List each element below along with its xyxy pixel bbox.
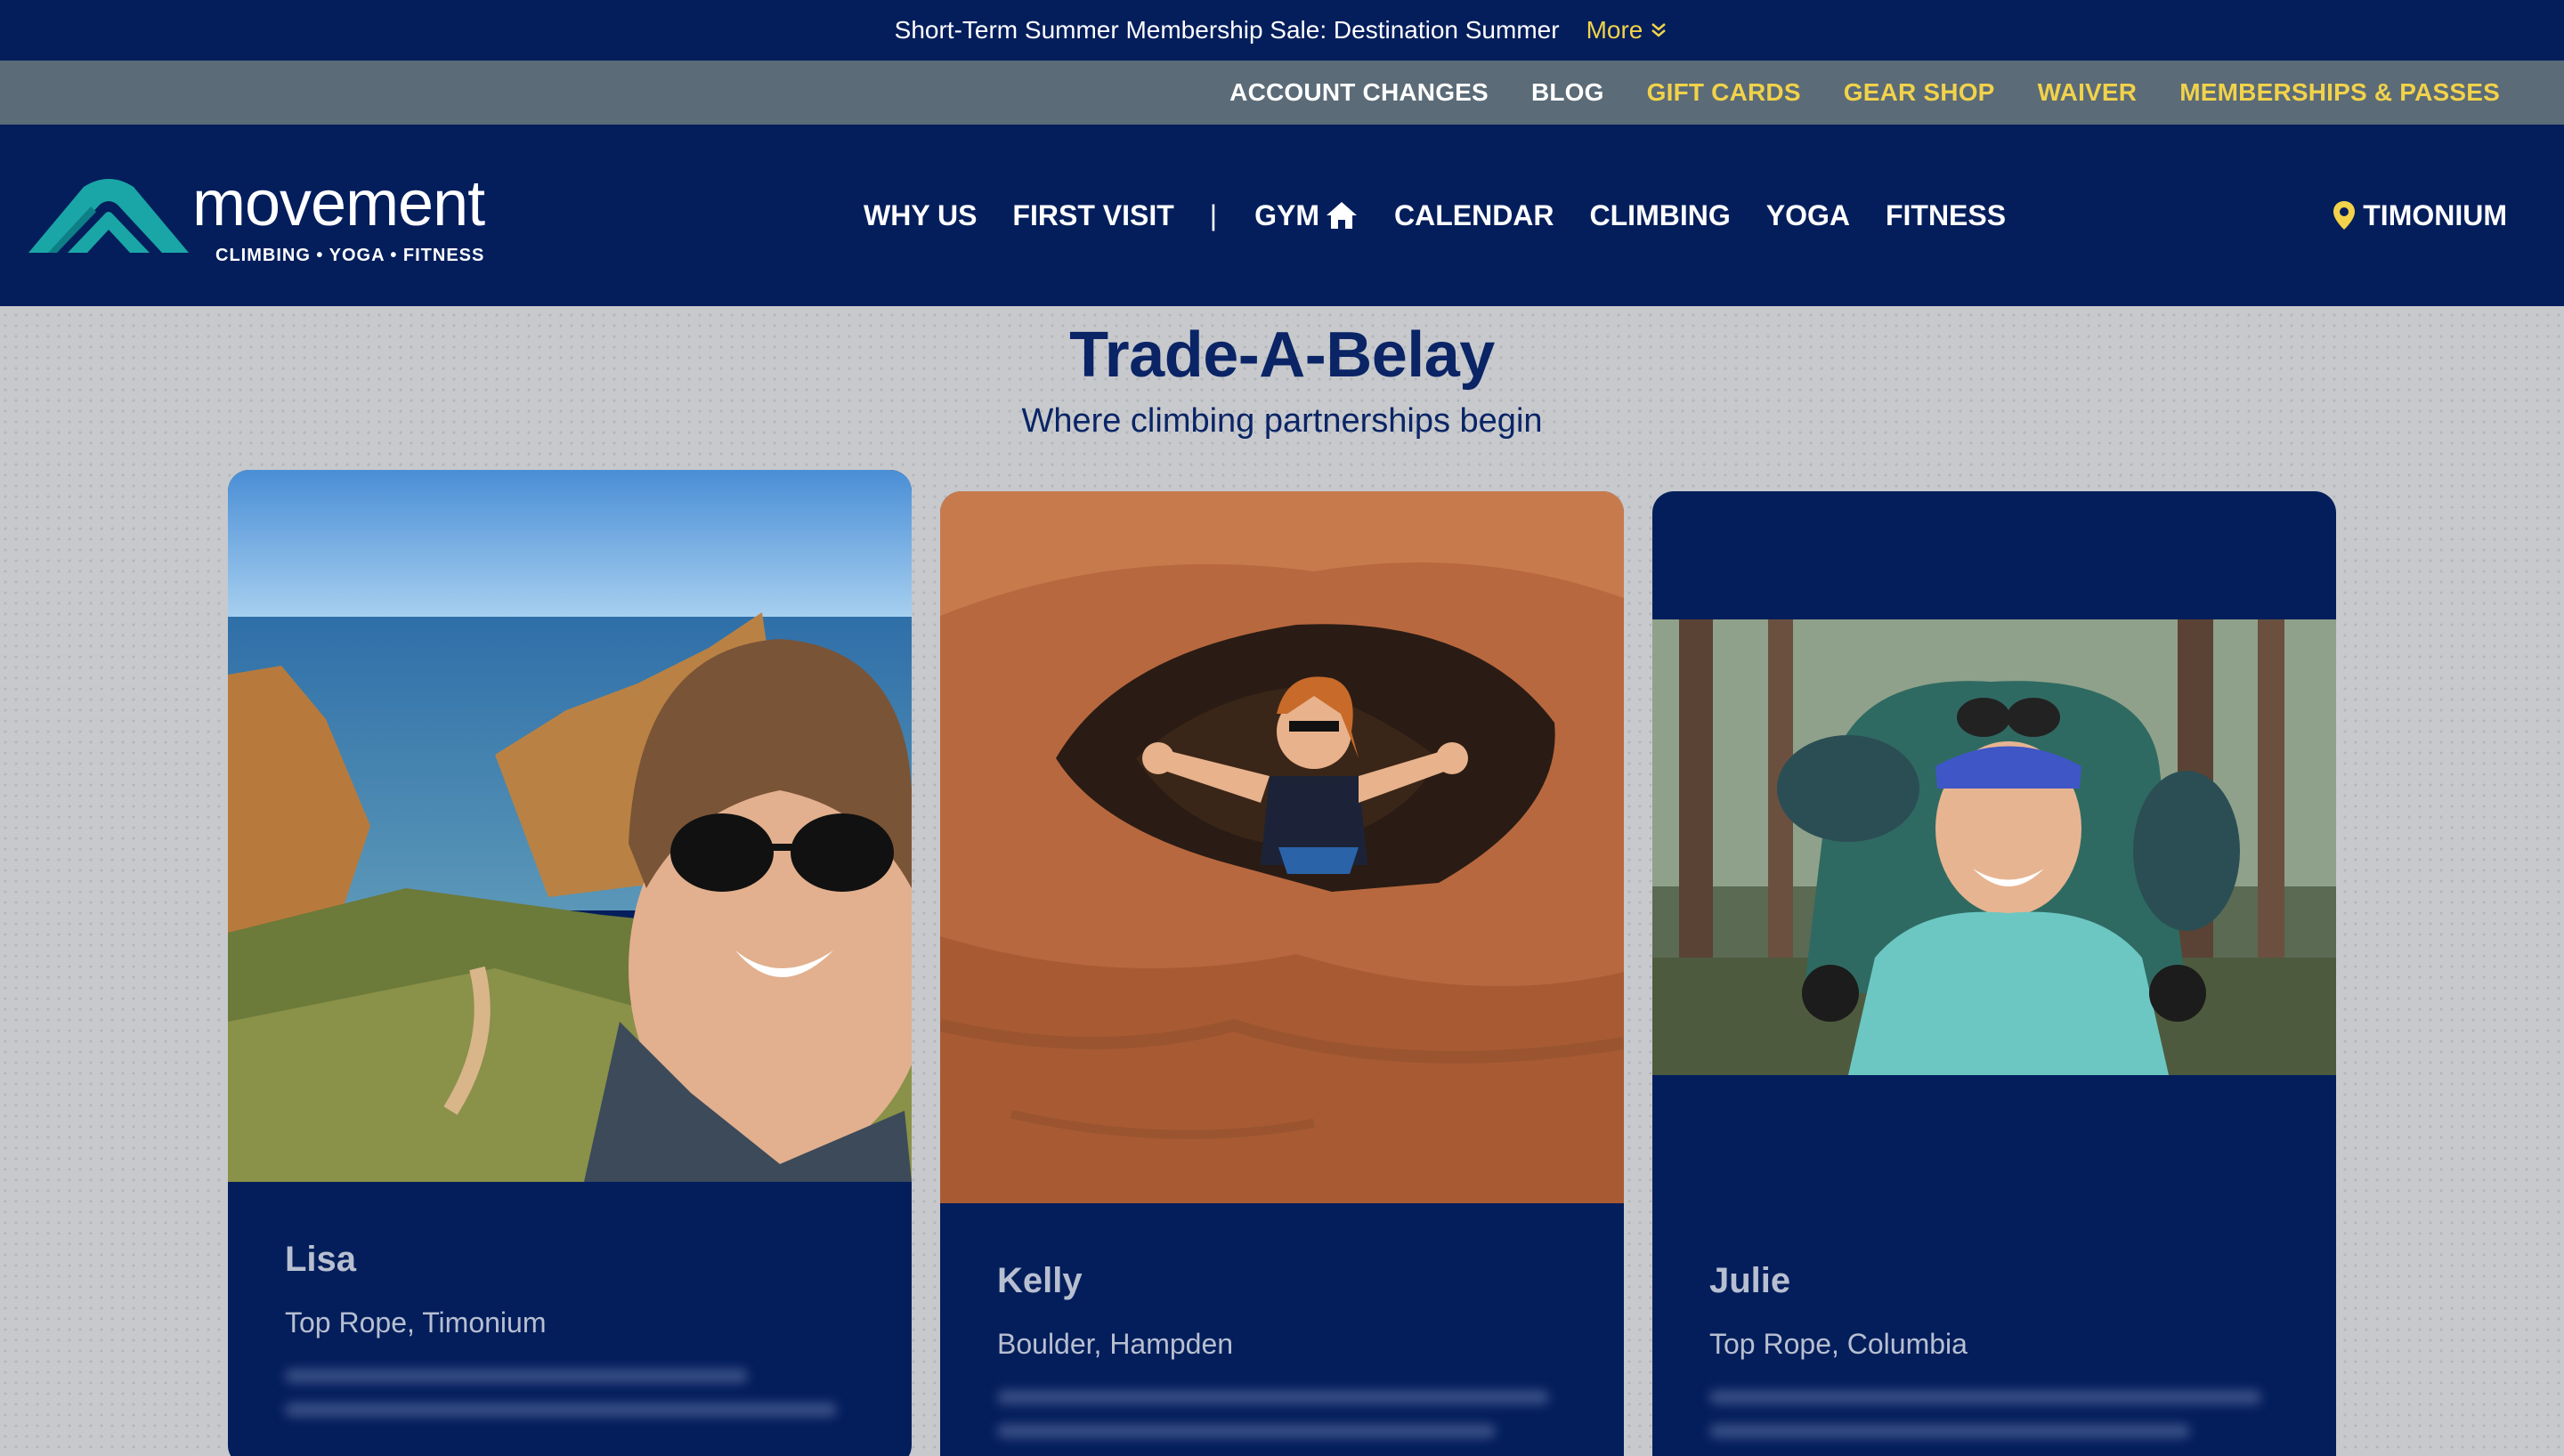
utility-link-account-changes[interactable]: ACCOUNT CHANGES xyxy=(1229,78,1489,107)
nav-gym-label: GYM xyxy=(1254,198,1319,231)
nav-gym[interactable]: GYM xyxy=(1254,199,1359,232)
page-title: Trade-A-Belay xyxy=(1069,320,1495,391)
promo-more-link[interactable]: More xyxy=(1586,16,1670,44)
partner-name: Julie xyxy=(1709,1261,1791,1300)
profile-photo xyxy=(940,491,1624,1203)
nav-climbing[interactable]: CLIMBING xyxy=(1590,199,1731,232)
mountain-logo-icon xyxy=(28,179,189,253)
profile-photo xyxy=(1652,619,2336,1075)
home-icon xyxy=(1326,202,1357,229)
utility-link-blog[interactable]: BLOG xyxy=(1531,78,1604,107)
nav-separator: | xyxy=(1209,198,1218,231)
partner-card-kelly[interactable]: Kelly Boulder, Hampden xyxy=(940,491,1624,1456)
partner-meta: Top Rope, Timonium xyxy=(285,1306,547,1339)
utility-link-waiver[interactable]: WAIVER xyxy=(2038,78,2138,107)
partner-meta: Boulder, Hampden xyxy=(997,1328,1234,1360)
nav-calendar[interactable]: CALENDAR xyxy=(1394,199,1554,232)
logo-tagline: CLIMBING • YOGA • FITNESS xyxy=(215,246,485,265)
blurred-bio xyxy=(997,1390,1567,1456)
partner-card-lisa[interactable]: Lisa Top Rope, Timonium xyxy=(228,470,912,1456)
partner-meta: Top Rope, Columbia xyxy=(1709,1328,1968,1360)
utility-link-gift-cards[interactable]: GIFT CARDS xyxy=(1647,78,1801,107)
utility-link-memberships-passes[interactable]: MEMBERSHIPS & PASSES xyxy=(2179,78,2500,107)
main-header: movement CLIMBING • YOGA • FITNESS WHY U… xyxy=(0,125,2564,306)
movement-logo[interactable]: movement CLIMBING • YOGA • FITNESS xyxy=(28,168,527,272)
logo-wordmark: movement xyxy=(192,168,485,239)
partner-card-julie[interactable]: Julie Top Rope, Columbia xyxy=(1652,491,2336,1456)
partner-name: Kelly xyxy=(997,1261,1083,1300)
promo-more-label: More xyxy=(1586,16,1643,44)
promo-bar: Short-Term Summer Membership Sale: Desti… xyxy=(0,0,2564,61)
location-label: TIMONIUM xyxy=(2363,198,2507,231)
nav-fitness[interactable]: FITNESS xyxy=(1886,199,2006,232)
partner-name: Lisa xyxy=(285,1240,357,1279)
utility-link-gear-shop[interactable]: GEAR SHOP xyxy=(1844,78,1995,107)
utility-nav: ACCOUNT CHANGES BLOG GIFT CARDS GEAR SHO… xyxy=(0,61,2564,125)
blurred-bio xyxy=(285,1369,855,1436)
blurred-bio xyxy=(1709,1390,2279,1456)
nav-yoga[interactable]: YOGA xyxy=(1766,199,1850,232)
profile-photo xyxy=(228,470,912,1182)
map-pin-icon xyxy=(2333,201,2356,230)
page-subtitle: Where climbing partnerships begin xyxy=(1021,402,1543,440)
primary-nav: WHY US FIRST VISIT | GYM CALENDAR CLIMBI… xyxy=(864,125,2041,306)
double-chevron-down-icon xyxy=(1651,23,1667,37)
nav-first-visit[interactable]: FIRST VISIT xyxy=(1012,199,1173,232)
location-selector[interactable]: TIMONIUM xyxy=(2333,125,2507,306)
nav-why-us[interactable]: WHY US xyxy=(864,199,977,232)
promo-text: Short-Term Summer Membership Sale: Desti… xyxy=(894,16,1560,44)
